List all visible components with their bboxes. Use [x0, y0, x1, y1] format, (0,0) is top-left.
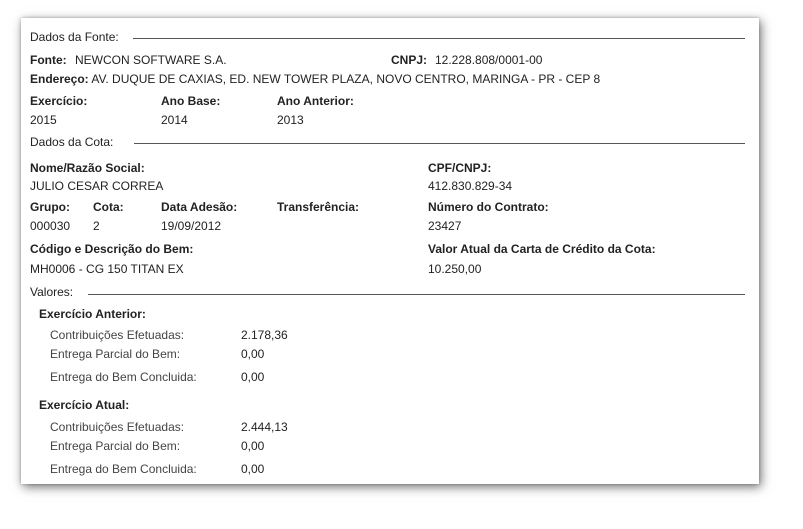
atual-row-value: 2.444,13	[241, 420, 288, 434]
anterior-row-label: Contribuições Efetuadas:	[50, 328, 185, 342]
nome-label: Nome/Razão Social:	[30, 161, 145, 175]
grupo-label: Grupo:	[30, 200, 70, 214]
atual-row-label: Entrega Parcial do Bem:	[50, 439, 181, 453]
section-title-valores: Valores:	[30, 285, 74, 299]
section-divider	[133, 38, 745, 39]
bem-value: MH0006 - CG 150 TITAN EX	[30, 262, 184, 276]
adesao-value: 19/09/2012	[161, 219, 222, 233]
section-divider	[88, 294, 745, 295]
cpf-label: CPF/CNPJ:	[428, 161, 492, 175]
atual-row-value: 0,00	[241, 462, 265, 476]
anterior-row-value: 0,00	[241, 347, 265, 361]
bem-label: Código e Descrição do Bem:	[30, 242, 194, 256]
endereco-line: Endereço: AV. DUQUE DE CAXIAS, ED. NEW T…	[30, 72, 638, 86]
document-page: Dados da Fonte: Fonte: NEWCON SOFTWARE S…	[21, 18, 759, 484]
contrato-label: Número do Contrato:	[428, 200, 549, 214]
ano-anterior-value: 2013	[277, 113, 304, 127]
atual-row-label: Contribuições Efetuadas:	[50, 420, 185, 434]
carta-label: Valor Atual da Carta de Crédito da Cota:	[428, 242, 656, 256]
ano-base-label: Ano Base:	[161, 94, 221, 108]
endereco-value: AV. DUQUE DE CAXIAS, ED. NEW TOWER PLAZA…	[91, 72, 601, 86]
ano-anterior-label: Ano Anterior:	[277, 94, 354, 108]
cota-label: Cota:	[93, 200, 124, 214]
adesao-label: Data Adesão:	[161, 200, 238, 214]
transferencia-label: Transferência:	[277, 200, 360, 214]
section-divider	[134, 143, 745, 144]
endereco-label: Endereço:	[30, 72, 89, 86]
exercicio-value: 2015	[30, 113, 57, 127]
cnpj-label: CNPJ:	[391, 53, 428, 67]
fonte-label: Fonte:	[30, 53, 67, 67]
section-title-fonte: Dados da Fonte:	[30, 30, 119, 44]
exercicio-anterior-title: Exercício Anterior:	[39, 307, 146, 321]
carta-value: 10.250,00	[428, 262, 482, 276]
anterior-row-label: Entrega Parcial do Bem:	[50, 347, 181, 361]
anterior-row-value: 2.178,36	[241, 328, 288, 342]
anterior-row-label: Entrega do Bem Concluida:	[50, 370, 197, 384]
atual-row-value: 0,00	[241, 439, 265, 453]
section-title-cota: Dados da Cota:	[30, 135, 114, 149]
nome-value: JULIO CESAR CORREA	[30, 179, 164, 193]
ano-base-value: 2014	[161, 113, 188, 127]
grupo-value: 000030	[30, 219, 71, 233]
anterior-row-value: 0,00	[241, 370, 265, 384]
cnpj-value: 12.228.808/0001-00	[435, 53, 543, 67]
exercicio-atual-title: Exercício Atual:	[39, 398, 130, 412]
fonte-value: NEWCON SOFTWARE S.A.	[75, 53, 227, 67]
cpf-value: 412.830.829-34	[428, 179, 513, 193]
exercicio-label: Exercício:	[30, 94, 88, 108]
atual-row-label: Entrega do Bem Concluida:	[50, 462, 197, 476]
contrato-value: 23427	[428, 219, 462, 233]
cota-value: 2	[93, 219, 100, 233]
